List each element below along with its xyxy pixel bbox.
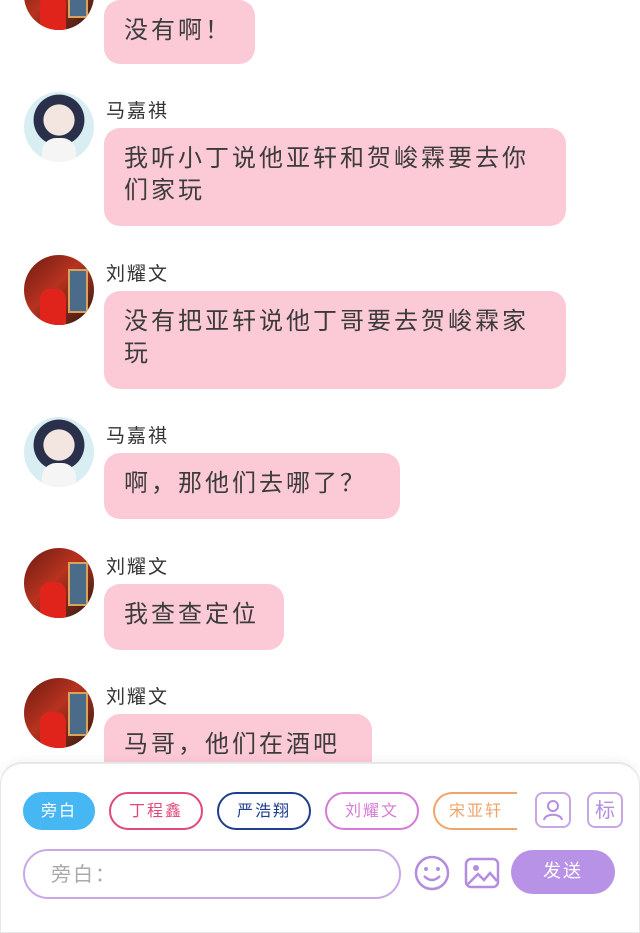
avatar[interactable]	[24, 417, 94, 487]
message-text: 马哥，他们在酒吧	[124, 730, 340, 758]
message-bubble: 没有把亚轩说他丁哥要去贺峻霖家玩	[104, 291, 566, 389]
chip-label: 旁白	[40, 801, 77, 820]
role-chip-ding-chengxin[interactable]: 丁程鑫	[109, 792, 203, 830]
role-chip-liu-yaowen[interactable]: 刘耀文	[325, 792, 419, 830]
sender-name: 刘耀文	[106, 263, 170, 285]
message-text: 没有啊！	[124, 16, 232, 44]
message-text: 没有把亚轩说他丁哥要去贺峻霖家玩	[124, 307, 529, 367]
chat-area: 没有啊！ 马嘉祺 我听小丁说他亚轩和贺峻霖要去你们家玩 刘耀文 没有把亚轩说他丁…	[0, 0, 640, 775]
person-icon	[543, 800, 563, 821]
avatar[interactable]	[24, 92, 94, 162]
contact-icon[interactable]	[535, 792, 571, 828]
message-input[interactable]	[23, 849, 401, 899]
avatar[interactable]	[24, 678, 94, 748]
message-bubble: 啊，那他们去哪了？	[104, 453, 400, 519]
sender-name: 马嘉祺	[106, 100, 170, 122]
role-chip-yan-haoxiang[interactable]: 严浩翔	[217, 792, 311, 830]
sender-name: 马嘉祺	[106, 425, 170, 447]
chip-label: 丁程鑫	[128, 801, 183, 820]
composer-panel: 旁白 丁程鑫 严浩翔 刘耀文 宋亚轩 标 旁白： 发送	[0, 763, 640, 933]
send-button[interactable]: 发送	[511, 850, 615, 894]
emoji-icon[interactable]	[413, 854, 451, 892]
tag-icon-label: 标	[595, 798, 615, 822]
message-bubble: 没有啊！	[104, 0, 255, 64]
message-text: 我查查定位	[124, 600, 259, 628]
avatar[interactable]	[24, 0, 94, 30]
image-icon[interactable]	[463, 854, 501, 892]
role-chip-song-yaxuan[interactable]: 宋亚轩	[433, 792, 517, 830]
role-chip-narration[interactable]: 旁白	[23, 792, 95, 830]
message-bubble: 我听小丁说他亚轩和贺峻霖要去你们家玩	[104, 128, 566, 226]
smiley-icon	[414, 855, 450, 891]
chip-label: 严浩翔	[236, 801, 291, 820]
message-bubble: 我查查定位	[104, 584, 284, 650]
tag-icon[interactable]: 标	[587, 792, 623, 828]
sender-name: 刘耀文	[106, 556, 170, 578]
sender-name: 刘耀文	[106, 686, 170, 708]
chip-label: 宋亚轩	[448, 801, 503, 820]
chip-label: 刘耀文	[344, 801, 399, 820]
picture-icon	[464, 857, 500, 889]
message-text: 我听小丁说他亚轩和贺峻霖要去你们家玩	[124, 144, 529, 204]
avatar[interactable]	[24, 255, 94, 325]
avatar[interactable]	[24, 548, 94, 618]
message-text: 啊，那他们去哪了？	[124, 469, 367, 497]
